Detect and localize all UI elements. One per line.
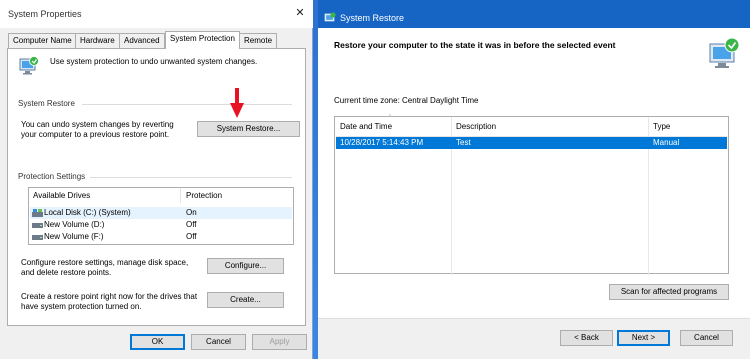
cancel-button[interactable]: Cancel [191, 334, 246, 350]
drive-name: New Volume (F:) [44, 232, 104, 241]
computer-shield-icon [19, 56, 39, 75]
tab-system-protection[interactable]: System Protection [165, 31, 240, 49]
drive-protection: Off [186, 232, 197, 241]
protection-settings-group-label: Protection Settings [18, 172, 86, 181]
drive-protection: On [186, 208, 197, 217]
restore-points-table[interactable]: ˇ Date and Time Description Type 10/28/2… [334, 115, 729, 275]
restore-computer-icon [709, 37, 740, 68]
system-properties-window: System Properties ✕ Computer Name Hardwa… [0, 0, 313, 359]
tab-hardware[interactable]: Hardware [75, 33, 120, 48]
footer-divider [318, 318, 750, 319]
column-header-date-and-time[interactable]: Date and Time [340, 117, 392, 135]
column-header-type[interactable]: Type [653, 117, 670, 135]
wizard-heading: Restore your computer to the state it wa… [334, 40, 616, 50]
drives-table[interactable]: Available Drives Protection Local Disk (… [28, 187, 294, 245]
window-title: System Properties [8, 9, 82, 19]
group-divider [90, 177, 292, 178]
close-icon[interactable]: ✕ [293, 6, 307, 20]
system-drive-icon [32, 209, 43, 217]
create-description: Create a restore point right now for the… [21, 292, 198, 311]
system-restore-group-label: System Restore [18, 99, 75, 108]
drive-name: Local Disk (C:) (System) [44, 208, 131, 217]
tab-advanced[interactable]: Advanced [119, 33, 165, 48]
scan-affected-programs-button[interactable]: Scan for affected programs [609, 284, 729, 300]
column-header-protection[interactable]: Protection [186, 188, 222, 203]
ok-button[interactable]: OK [130, 334, 185, 350]
back-button[interactable]: < Back [560, 330, 613, 346]
system-restore-description: You can undo system changes by reverting… [21, 120, 174, 139]
window-title: System Restore [340, 13, 405, 23]
drive-protection: Off [186, 220, 197, 229]
next-button[interactable]: Next > [617, 330, 670, 346]
cancel-button[interactable]: Cancel [680, 330, 733, 346]
system-properties-titlebar[interactable]: System Properties ✕ [0, 0, 313, 28]
column-header-description[interactable]: Description [456, 117, 496, 135]
create-button[interactable]: Create... [207, 292, 284, 308]
system-restore-window: System Restore Restore your computer to … [318, 0, 750, 359]
timezone-label: Current time zone: Central Daylight Time [334, 96, 479, 105]
drive-name: New Volume (D:) [44, 220, 105, 229]
intro-text: Use system protection to undo unwanted s… [50, 57, 258, 66]
tab-remote[interactable]: Remote [239, 33, 278, 48]
restore-point-type: Manual [653, 138, 680, 147]
restore-point-date: 10/28/2017 5:14:43 PM [340, 138, 424, 147]
configure-button[interactable]: Configure... [207, 258, 284, 274]
system-restore-titlebar[interactable]: System Restore [318, 0, 750, 28]
configure-description: Configure restore settings, manage disk … [21, 258, 189, 277]
table-row[interactable]: New Volume (F:) Off [30, 231, 292, 243]
apply-button: Apply [252, 334, 307, 350]
column-header-available-drives[interactable]: Available Drives [33, 188, 90, 203]
system-restore-button[interactable]: System Restore... [197, 121, 300, 137]
red-arrow-icon [230, 88, 244, 118]
table-row[interactable]: New Volume (D:) Off [30, 219, 292, 231]
restore-point-description: Test [456, 138, 471, 147]
group-divider [82, 104, 292, 105]
tab-computer-name[interactable]: Computer Name [8, 33, 77, 48]
drive-icon [32, 223, 43, 228]
drive-icon [32, 235, 43, 240]
table-row[interactable]: Local Disk (C:) (System) On [30, 207, 292, 219]
column-separator [180, 188, 181, 203]
system-restore-icon [324, 12, 336, 22]
table-row[interactable]: 10/28/2017 5:14:43 PM Test Manual [336, 137, 727, 149]
